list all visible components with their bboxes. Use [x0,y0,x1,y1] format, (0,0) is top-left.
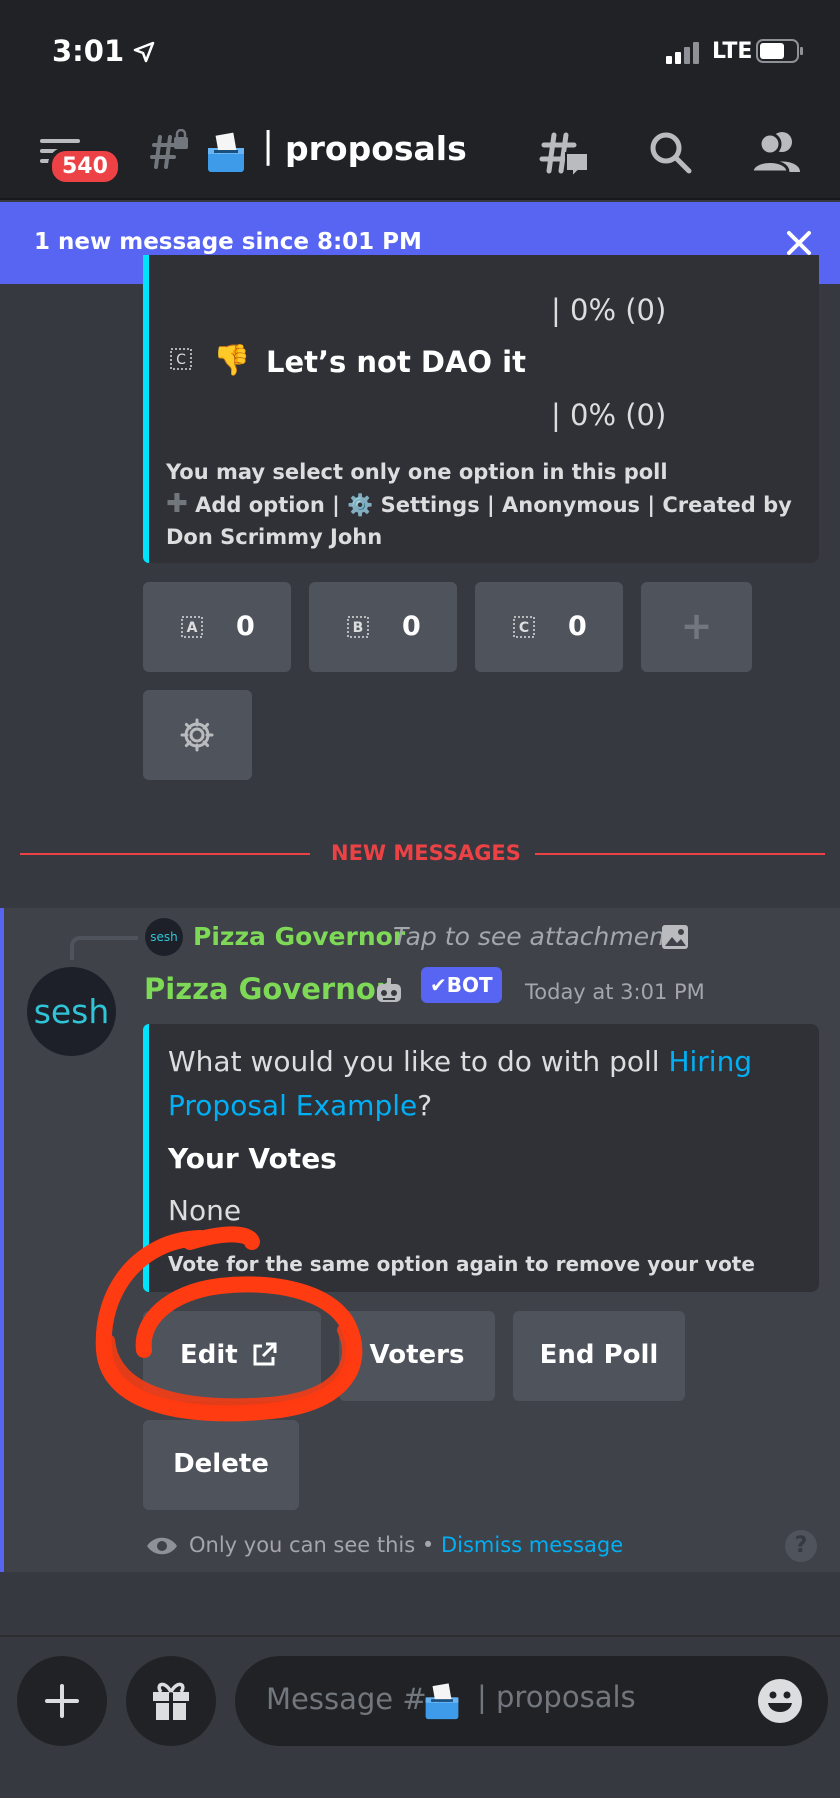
new-message-text: 1 new message since 8:01 PM [34,229,422,255]
image-icon [662,925,688,949]
letter-c-icon: C [513,616,535,638]
poll-settings-button[interactable] [143,690,252,780]
signal-strength-icon [666,42,706,64]
divider-line-right [535,853,825,855]
embed-accent-bar [143,1024,149,1292]
plus-icon: ✚ [166,489,188,519]
battery-icon [756,39,803,63]
ballot-box-icon [208,132,244,172]
svg-text:C: C [176,352,186,368]
help-icon[interactable]: ? [785,1530,817,1562]
ephemeral-footer: Only you can see this • Dismiss message [189,1533,624,1557]
poll-note-line2: ✚ Add option | ⚙️ Settings | Anonymous |… [166,488,806,521]
attach-button[interactable] [17,1656,107,1746]
option-b-result: | 0% (0) [551,293,667,327]
vote-button-b[interactable]: B 0 [309,582,457,672]
timestamp: Today at 3:01 PM [525,980,705,1004]
votes-value: None [168,1194,242,1227]
poll-note-line1: You may select only one option in this p… [166,460,668,484]
vote-count: 0 [236,611,255,642]
eye-icon [147,1537,177,1555]
poll-question: What would you like to do with poll Hiri… [168,1045,753,1122]
ballot-box-icon [425,1683,459,1720]
reply-spine [70,936,138,960]
gift-button[interactable] [126,1656,216,1746]
poll-author: Don Scrimmy John [166,525,383,549]
network-label: LTE [712,39,753,64]
thumbs-down-icon: 👎 [213,343,251,378]
close-icon[interactable] [786,230,812,256]
robot-icon [377,978,401,1002]
option-c-letter-icon: C [170,348,192,370]
svg-text:C: C [519,620,529,636]
reply-avatar[interactable]: sesh [145,918,183,956]
svg-text:B: B [353,620,364,636]
poll-note: You may select only one option in this p… [166,456,806,553]
reply-preview[interactable]: Tap to see attachment [393,922,675,951]
poll-embed: | 0% (0) C 👎 Let’s not DAO it | 0% (0) Y… [143,255,819,563]
threads-icon[interactable] [538,129,590,179]
external-link-icon [253,1342,277,1366]
end-poll-button[interactable]: End Poll [513,1311,685,1401]
unread-badge: 540 [48,147,122,186]
option-c-label: Let’s not DAO it [266,345,526,379]
hash-lock-icon [150,129,188,169]
voters-button[interactable]: Voters [339,1311,495,1401]
svg-text:A: A [187,620,198,636]
divider-line-left [20,853,310,855]
reply-embed: What would you like to do with poll Hiri… [143,1024,819,1292]
new-messages-divider: NEW MESSAGES [331,841,521,865]
message-placeholder-prefix: Message # [266,1682,427,1716]
members-icon[interactable] [752,130,802,174]
location-arrow-icon [133,41,155,63]
status-time: 3:01 [52,34,125,68]
vote-button-c[interactable]: C 0 [475,582,623,672]
plus-icon [45,1684,79,1718]
edit-button[interactable]: Edit [143,1311,321,1401]
gift-icon [153,1682,189,1720]
message-author[interactable]: Pizza Governor [144,972,390,1006]
status-bar: 3:01 LTE [0,0,840,105]
votes-hint: Vote for the same option again to remove… [168,1252,755,1276]
bot-tag: ✔BOT [421,967,502,1003]
letter-a-icon: A [181,616,203,638]
add-option-button[interactable]: + [641,582,752,672]
add-option-link: Add option | [195,493,348,517]
votes-title: Your Votes [168,1142,337,1175]
reply-author[interactable]: Pizza Governor [193,922,405,951]
vote-count: 0 [402,611,421,642]
embed-accent-bar [143,255,149,563]
search-icon[interactable] [648,130,692,174]
avatar[interactable]: sesh [27,967,116,1056]
delete-button[interactable]: Delete [143,1420,299,1510]
gear-emoji-icon: ⚙️ [347,493,374,517]
letter-b-icon: B [347,616,369,638]
vote-count: 0 [568,611,587,642]
message-placeholder-channel: | proposals [477,1680,636,1714]
gear-icon [180,718,214,752]
poll-meta: Settings | Anonymous | Created by [380,493,792,517]
vote-button-a[interactable]: A 0 [143,582,291,672]
channel-header: 540 | proposals [0,105,840,200]
channel-separator: | [262,125,275,166]
dismiss-message-link[interactable]: Dismiss message [441,1533,623,1557]
emoji-icon[interactable] [757,1678,803,1724]
channel-name[interactable]: proposals [285,129,467,168]
option-c-result: | 0% (0) [551,398,667,432]
